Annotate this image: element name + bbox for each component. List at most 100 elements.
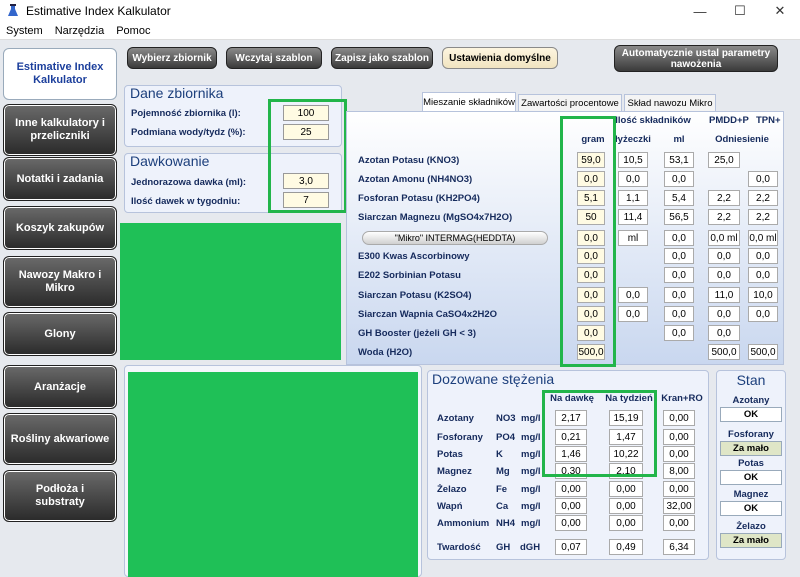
ml-header: ml bbox=[673, 134, 685, 145]
conc-magnesium-tap-ro[interactable]: 8,00 bbox=[663, 463, 695, 479]
defaults-button[interactable]: Ustawienia domyślne bbox=[442, 47, 558, 69]
menu-bar: System Narzędzia Pomoc bbox=[0, 22, 800, 40]
conc-magnesium-label: Magnez bbox=[437, 466, 472, 477]
reference-header: Odniesienie bbox=[715, 134, 769, 145]
app-area: Estimative Index Kalkulator Inne kalkula… bbox=[0, 40, 800, 577]
tpn-header: TPN+ bbox=[756, 115, 781, 126]
conc-phosphates-label: Fosforany bbox=[437, 432, 483, 443]
sidebar: Estimative Index Kalkulator Inne kalkula… bbox=[3, 40, 119, 577]
select-tank-button[interactable]: Wybierz zbiornik bbox=[127, 47, 217, 69]
sidebar-item-aquascapes[interactable]: Aranżacje bbox=[3, 365, 117, 409]
ingredient-caso4-tpn: 0,0 bbox=[748, 306, 778, 322]
ingredient-e202-ml: 0,0 bbox=[664, 267, 694, 283]
micro-fertilizer-button[interactable]: "Mikro" INTERMAG(HEDDTA) bbox=[362, 231, 548, 245]
conc-ammonium-tap-ro[interactable]: 0,00 bbox=[663, 515, 695, 531]
menu-system[interactable]: System bbox=[6, 25, 43, 37]
ingredient-mgso4-pmdd: 2,2 bbox=[708, 209, 740, 225]
ingredient-caso4-label: Siarczan Wapnia CaSO4x2H2O bbox=[358, 309, 498, 320]
conc-calcium-per-dose: 0,00 bbox=[555, 498, 587, 514]
tab-micro-composition[interactable]: Skład nawozu Mikro bbox=[624, 94, 716, 111]
conc-iron-tap-ro[interactable]: 0,00 bbox=[663, 481, 695, 497]
single-dose-label: Jednorazowa dawka (ml): bbox=[131, 177, 247, 188]
ingredient-kno3-label: Azotan Potasu (KNO3) bbox=[358, 155, 460, 166]
menu-tools[interactable]: Narzędzia bbox=[55, 25, 105, 37]
conc-ammonium-unit: mg/l bbox=[521, 518, 541, 529]
highlight-dose-columns bbox=[542, 390, 657, 477]
ingredient-mikro-pmdd: 0,0 ml bbox=[708, 230, 740, 246]
tab-percentages[interactable]: Zawartości procentowe bbox=[518, 94, 622, 111]
ingredient-kno3-spoon: 10,5 bbox=[618, 152, 648, 168]
close-button[interactable]: ✕ bbox=[760, 0, 800, 22]
ingredient-k2so4-label: Siarczan Potasu (K2SO4) bbox=[358, 290, 472, 301]
conc-nitrates-tap-ro[interactable]: 0,00 bbox=[663, 410, 695, 426]
hardness-per-dose: 0,07 bbox=[555, 539, 587, 555]
ingredient-mikro-tpn: 0,0 ml bbox=[748, 230, 778, 246]
conc-iron-per-week: 0,00 bbox=[609, 481, 643, 497]
tab-mixing[interactable]: Mieszanie składników bbox=[422, 92, 516, 111]
ingredient-kno3-pmdd: 25,0 bbox=[708, 152, 740, 168]
sidebar-item-fertilizers[interactable]: Nawozy Makro i Mikro bbox=[3, 256, 117, 308]
conc-iron-symbol: Fe bbox=[496, 484, 508, 495]
auto-params-button[interactable]: Automatycznie ustal parametry nawożenia bbox=[614, 45, 778, 72]
ingredient-mgso4-label: Siarczan Magnezu (MgSO4x7H2O) bbox=[358, 212, 513, 223]
ingredient-kh2po4-spoon: 1,1 bbox=[618, 190, 648, 206]
conc-potassium-tap-ro[interactable]: 0,00 bbox=[663, 446, 695, 462]
ingredient-k2so4-pmdd: 11,0 bbox=[708, 287, 740, 303]
save-template-button[interactable]: Zapisz jako szablon bbox=[331, 47, 433, 69]
conc-magnesium-symbol: Mg bbox=[496, 466, 510, 477]
minimize-button[interactable]: — bbox=[680, 0, 720, 22]
spoon-header: łyżeczki bbox=[615, 134, 651, 145]
conc-calcium-symbol: Ca bbox=[496, 501, 509, 512]
conc-phosphates-tap-ro[interactable]: 0,00 bbox=[663, 429, 695, 445]
menu-help[interactable]: Pomoc bbox=[116, 25, 150, 37]
status-2-label: Potas bbox=[738, 458, 764, 469]
flask-icon bbox=[8, 4, 18, 16]
maximize-button[interactable]: ☐ bbox=[720, 0, 760, 22]
sidebar-item-other-calculators[interactable]: Inne kalkulatory i przeliczniki bbox=[3, 104, 117, 156]
status-3-label: Magnez bbox=[733, 489, 769, 500]
ingredient-mgso4-spoon: 11,4 bbox=[618, 209, 648, 225]
conc-calcium-tap-ro[interactable]: 32,00 bbox=[663, 498, 695, 514]
redacted-area bbox=[120, 223, 341, 360]
window-title: Estimative Index Kalkulator bbox=[26, 4, 171, 18]
sidebar-item-substrates[interactable]: Podłoża i substraty bbox=[3, 470, 117, 522]
ingredient-water-tpn: 500,0 bbox=[748, 344, 778, 360]
ingredient-nh4no3-label: Azotan Amonu (NH4NO3) bbox=[358, 174, 473, 185]
sidebar-item-algae[interactable]: Glony bbox=[3, 312, 117, 356]
ingredient-mikro-ml: 0,0 bbox=[664, 230, 694, 246]
conc-potassium-unit: mg/l bbox=[521, 449, 541, 460]
ingredient-mikro-spoon: ml bbox=[618, 230, 648, 246]
title-bar: Estimative Index Kalkulator — ☐ ✕ bbox=[0, 0, 800, 22]
sidebar-item-shopping-cart[interactable]: Koszyk zakupów bbox=[3, 206, 117, 250]
pmdd-header: PMDD+P bbox=[709, 115, 749, 126]
highlight-tank-inputs bbox=[268, 99, 347, 213]
tap-ro-header: Kran+RO bbox=[661, 393, 703, 404]
status-1-badge: Za mało bbox=[720, 441, 782, 456]
conc-iron-unit: mg/l bbox=[521, 484, 541, 495]
conc-potassium-label: Potas bbox=[437, 449, 463, 460]
ingredient-nh4no3-spoon: 0,0 bbox=[618, 171, 648, 187]
ingredient-mgso4-ml: 56,5 bbox=[664, 209, 694, 225]
sidebar-item-notes[interactable]: Notatki i zadania bbox=[3, 157, 117, 201]
ingredient-kh2po4-ml: 5,4 bbox=[664, 190, 694, 206]
ingredient-caso4-spoon: 0,0 bbox=[618, 306, 648, 322]
load-template-button[interactable]: Wczytaj szablon bbox=[226, 47, 322, 69]
redacted-area-lower bbox=[128, 372, 418, 577]
conc-iron-per-dose: 0,00 bbox=[555, 481, 587, 497]
sidebar-item-estimative-index[interactable]: Estimative Index Kalkulator bbox=[3, 48, 117, 100]
ingredient-kh2po4-pmdd: 2,2 bbox=[708, 190, 740, 206]
ingredient-gh-booster-pmdd: 0,0 bbox=[708, 325, 740, 341]
sidebar-item-plants[interactable]: Rośliny akwariowe bbox=[3, 413, 117, 465]
ingredient-caso4-pmdd: 0,0 bbox=[708, 306, 740, 322]
conc-ammonium-label: Ammonium bbox=[437, 518, 490, 529]
conc-phosphates-unit: mg/l bbox=[521, 432, 541, 443]
tank-data-title: Dane zbiornika bbox=[130, 85, 224, 101]
conc-magnesium-unit: mg/l bbox=[521, 466, 541, 477]
highlight-gram-column bbox=[560, 116, 616, 367]
ingredient-nh4no3-tpn: 0,0 bbox=[748, 171, 778, 187]
conc-potassium-symbol: K bbox=[496, 449, 503, 460]
conc-ammonium-symbol: NH4 bbox=[496, 518, 516, 529]
status-0-badge: OK bbox=[720, 407, 782, 422]
ingredient-e300-ml: 0,0 bbox=[664, 248, 694, 264]
conc-iron-label: Żelazo bbox=[437, 484, 467, 495]
